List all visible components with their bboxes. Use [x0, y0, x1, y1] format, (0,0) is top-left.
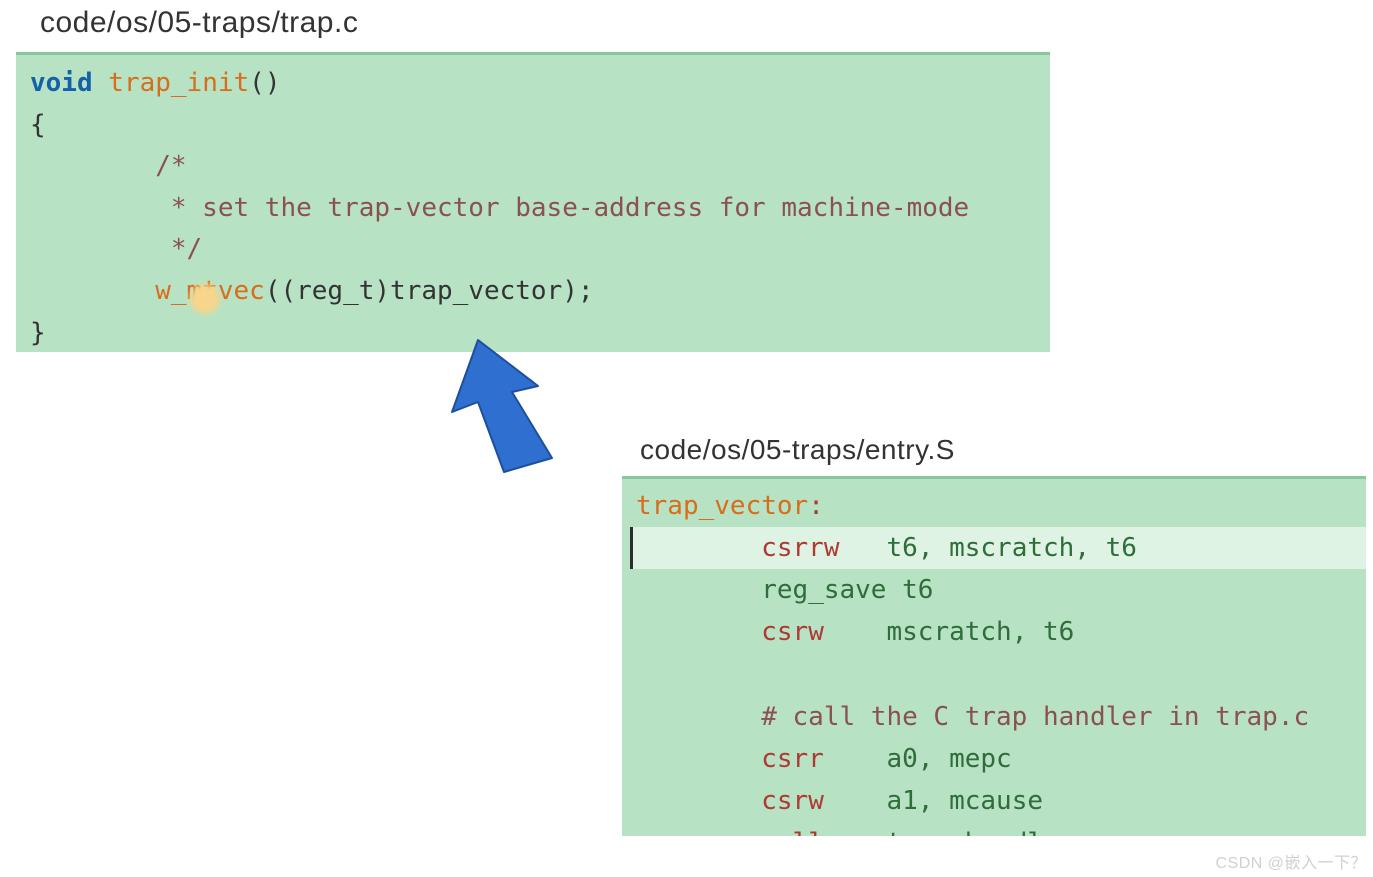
- kw-void: void: [30, 68, 93, 98]
- call-indent: [30, 276, 155, 306]
- cmt-line1: /*: [30, 151, 187, 181]
- brace-close: }: [30, 318, 46, 348]
- file2-path: code/os/05-traps/entry.S: [640, 434, 955, 466]
- ops-l3: mscratch, t6: [886, 617, 1074, 647]
- fn-trap-init: trap_init: [108, 68, 249, 98]
- highlighted-line: csrrw t6, mscratch, t6: [630, 527, 1366, 569]
- arrow-icon: [430, 330, 590, 480]
- instr-csrw: csrw: [761, 617, 824, 647]
- cmt-line3: */: [30, 234, 202, 264]
- watermark: CSDN @嵌入一下？: [1215, 849, 1367, 873]
- instr-reg-save: reg_save: [761, 575, 886, 605]
- fn-w-mtvec: w_mtvec: [155, 276, 265, 306]
- brace-open: {: [30, 110, 46, 140]
- label-trap-vector: trap_vector: [636, 491, 808, 521]
- cmt-call-handler: # call the C trap handler in trap.c: [630, 696, 1366, 738]
- blank-line: [630, 653, 1366, 695]
- call-args: ((reg_t)trap_vector);: [265, 276, 594, 306]
- instr-call: call: [761, 828, 824, 836]
- ops-l5: a0, mepc: [886, 744, 1011, 774]
- fn-parens: (): [249, 68, 280, 98]
- code-block-trap-c: void trap_init() { /* * set the trap-vec…: [16, 52, 1050, 352]
- label-colon: :: [808, 491, 824, 521]
- ops-l6: a1, mcause: [886, 786, 1043, 816]
- cmt-line2: * set the trap-vector base-address for m…: [30, 193, 969, 223]
- ops-l1: t6, mscratch, t6: [886, 533, 1136, 563]
- ops-l2: t6: [902, 575, 933, 605]
- instr-csrrw: csrrw: [761, 533, 839, 563]
- instr-csrr-a0: csrr: [761, 744, 824, 774]
- ops-l7: trap_handler: [886, 828, 1074, 836]
- instr-csrw-a1: csrw: [761, 786, 824, 816]
- code-block-entry-s: trap_vector: csrrw t6, mscratch, t6 reg_…: [622, 476, 1366, 836]
- file1-path: code/os/05-traps/trap.c: [40, 6, 358, 40]
